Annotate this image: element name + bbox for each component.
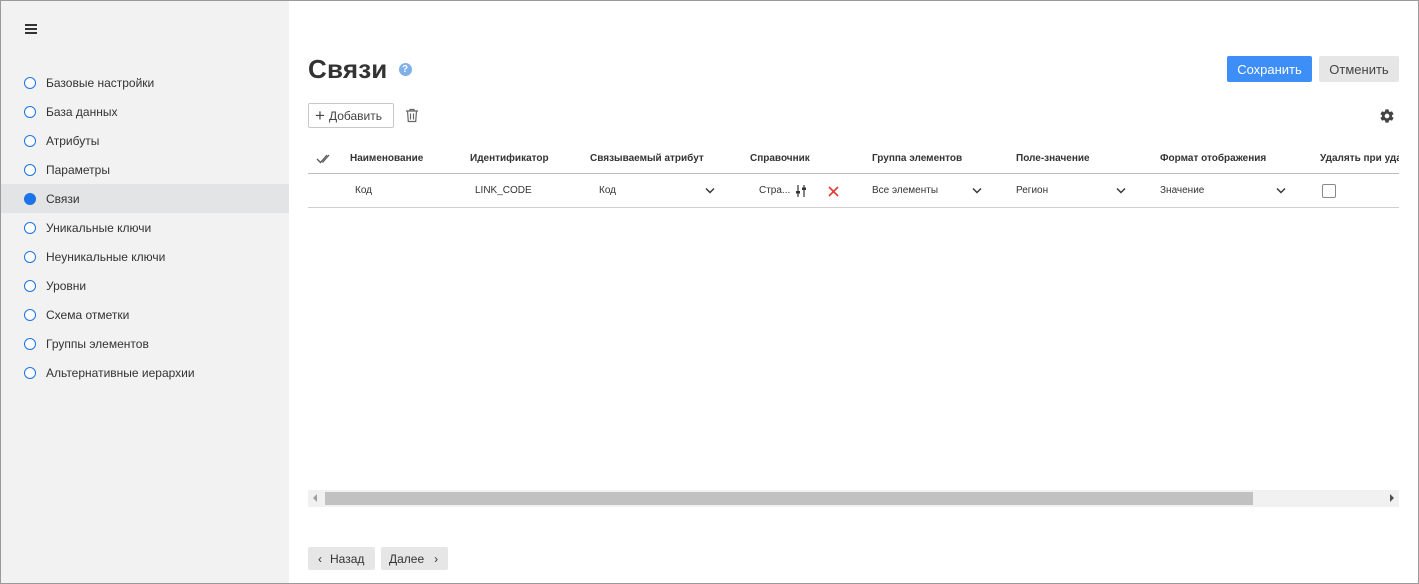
linked-attribute-select[interactable]: Код [599,175,616,207]
add-button-label: Добавить [328,108,382,123]
next-button-label: Далее [389,551,425,566]
app-window: Базовые настройки База данных Атрибуты П… [0,0,1419,584]
links-table: Наименование Идентификатор Связываемый а… [308,144,1399,489]
sidebar-item-label: Схема отметки [46,307,130,322]
column-header-name[interactable]: Наименование [350,144,423,174]
sidebar-item-label: Атрибуты [46,133,100,148]
dictionary-value[interactable]: Стра... [759,175,790,207]
sidebar-item-label: Связи [46,191,80,206]
back-button[interactable]: ‹ Назад [308,547,375,570]
display-format-select[interactable]: Значение [1160,175,1204,207]
chevron-right-icon: › [434,551,439,566]
sidebar-item-levels[interactable]: Уровни [1,271,289,300]
sidebar-item-label: База данных [46,104,118,119]
sidebar-nav: Базовые настройки База данных Атрибуты П… [1,68,289,387]
element-group-select[interactable]: Все элементы [872,175,938,207]
cell-identifier[interactable]: LINK_CODE [475,175,532,207]
cancel-button[interactable]: Отменить [1319,56,1399,82]
radio-icon [24,366,36,379]
scrollbar-thumb[interactable] [325,492,1253,505]
horizontal-scrollbar[interactable] [308,490,1399,507]
page-title: Связи [308,54,388,84]
question-icon[interactable]: ? [398,63,412,76]
sidebar-item-links[interactable]: Связи [1,184,289,213]
sidebar-item-parameters[interactable]: Параметры [1,155,289,184]
column-header-value-field[interactable]: Поле-значение [1016,144,1090,174]
title-row: Связи ? [308,54,412,85]
sidebar-item-label: Уникальные ключи [46,220,152,235]
remove-icon[interactable] [828,186,839,197]
double-check-icon[interactable] [316,152,334,166]
table-row[interactable]: Код LINK_CODE Код Стра... Все элементы Р… [308,175,1399,208]
cell-name[interactable]: Код [355,175,372,207]
radio-icon [24,250,36,263]
trash-icon[interactable] [405,108,419,123]
radio-icon [24,105,36,118]
column-header-linked-attribute[interactable]: Связываемый атрибут [590,144,704,174]
sidebar: Базовые настройки База данных Атрибуты П… [1,1,289,583]
sidebar-item-element-groups[interactable]: Группы элементов [1,329,289,358]
chevron-left-icon: ‹ [318,551,322,566]
sidebar-item-label: Параметры [46,162,110,177]
sidebar-item-label: Группы элементов [46,336,149,351]
radio-icon [24,76,36,89]
radio-icon [24,337,36,350]
scroll-left-icon[interactable] [313,494,317,502]
sidebar-item-marking-scheme[interactable]: Схема отметки [1,300,289,329]
add-button[interactable]: + Добавить [308,103,394,128]
column-header-element-group[interactable]: Группа элементов [872,144,962,174]
sidebar-item-attributes[interactable]: Атрибуты [1,126,289,155]
filter-settings-icon[interactable] [795,184,807,198]
radio-icon [24,134,36,147]
column-header-dictionary[interactable]: Справочник [750,144,810,174]
next-button[interactable]: Далее › [381,547,448,570]
sidebar-item-non-unique-keys[interactable]: Неуникальные ключи [1,242,289,271]
scroll-right-icon[interactable] [1390,494,1394,502]
plus-icon: + [315,106,325,125]
radio-icon [24,279,36,292]
sidebar-item-label: Неуникальные ключи [46,249,166,264]
value-field-select[interactable]: Регион [1016,175,1048,207]
sidebar-item-alt-hierarchies[interactable]: Альтернативные иерархии [1,358,289,387]
back-button-label: Назад [330,551,365,566]
sidebar-item-database[interactable]: База данных [1,97,289,126]
radio-icon [24,192,36,205]
gear-icon[interactable] [1379,108,1395,124]
sidebar-item-basic-settings[interactable]: Базовые настройки [1,68,289,97]
column-header-delete-on-delete[interactable]: Удалять при удал [1320,144,1399,174]
chevron-down-icon[interactable] [1116,187,1126,194]
save-button[interactable]: Сохранить [1227,56,1312,82]
chevron-down-icon[interactable] [972,187,982,194]
column-header-identifier[interactable]: Идентификатор [470,144,549,174]
column-header-display-format[interactable]: Формат отображения [1160,144,1266,174]
main-content: Связи ? Сохранить Отменить + Добавить На… [289,1,1418,583]
radio-icon [24,163,36,176]
hamburger-icon[interactable] [23,22,39,36]
sidebar-item-label: Альтернативные иерархии [46,365,195,380]
sidebar-item-label: Уровни [46,278,87,293]
table-header: Наименование Идентификатор Связываемый а… [308,144,1399,174]
delete-on-delete-checkbox[interactable] [1322,184,1336,198]
radio-icon [24,308,36,321]
radio-icon [24,221,36,234]
sidebar-item-unique-keys[interactable]: Уникальные ключи [1,213,289,242]
chevron-down-icon[interactable] [1276,187,1286,194]
chevron-down-icon[interactable] [705,187,715,194]
sidebar-item-label: Базовые настройки [46,75,155,90]
